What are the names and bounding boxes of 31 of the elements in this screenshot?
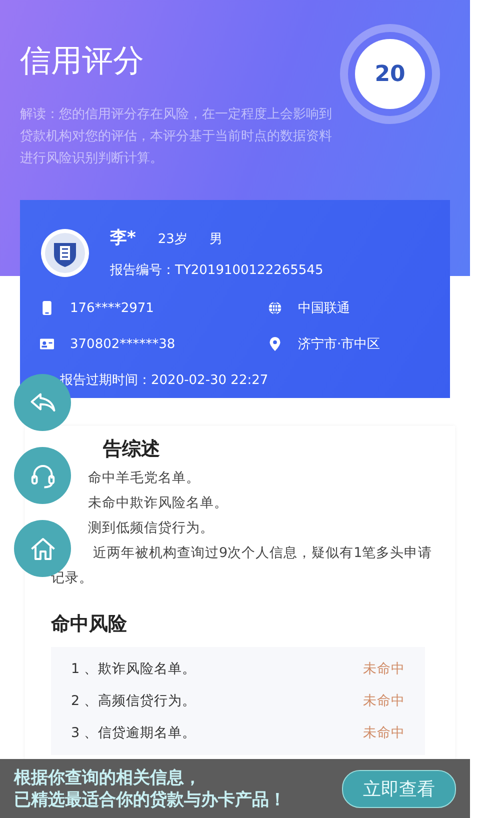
id-card-icon (40, 337, 54, 351)
location-text: 济宁市·市中区 (298, 336, 380, 353)
report-number: 报告编号：TY2019100122265545 (110, 262, 324, 279)
risk-item: 1 、欺诈风险名单。 (71, 660, 196, 679)
user-gender: 男 (209, 231, 222, 248)
user-age: 23岁 (158, 231, 188, 248)
risk-item: 3 、信贷逾期名单。 (71, 724, 196, 743)
risk-status: 未命中 (363, 660, 405, 679)
phone-number: 176****2971 (70, 300, 154, 316)
id-number: 370802******38 (70, 336, 176, 352)
summary-line: 命中羊毛党名单。 (88, 469, 201, 488)
user-name: 李* (110, 227, 136, 249)
promo-text: 已精选最适合你的贷款与办卡产品！ (14, 788, 286, 810)
shield-book-icon (40, 228, 90, 278)
section-title: 命中风险 (51, 612, 128, 637)
page-title: 信用评分 (20, 42, 145, 81)
view-now-button[interactable]: 立即查看 (342, 770, 456, 808)
score-value: 20 (355, 39, 425, 109)
section-title: 告综述 (103, 437, 161, 462)
score-description: 解读：您的信用评分存在风险，在一定程度上会影响到贷款机构对您的评估，本评分基于当前时点的数据资料进行风险识别判断计算。 (20, 106, 333, 168)
globe-icon (268, 301, 282, 315)
promo-text: 根据你查询的相关信息， (14, 766, 202, 788)
summary-line: 未命中欺诈风险名单。 (88, 494, 229, 513)
risk-status: 未命中 (363, 692, 405, 711)
location-pin-icon (268, 337, 282, 351)
summary-line: 近两年被机构查询过9次个人信息，疑似有1笔多头申请 (93, 544, 434, 563)
risk-item: 2 、高频信贷行为。 (71, 692, 196, 711)
phone-icon (40, 301, 54, 315)
risk-status: 未命中 (363, 724, 405, 743)
carrier-name: 中国联通 (298, 300, 350, 317)
summary-line: 测到低频信贷行为。 (88, 519, 215, 538)
